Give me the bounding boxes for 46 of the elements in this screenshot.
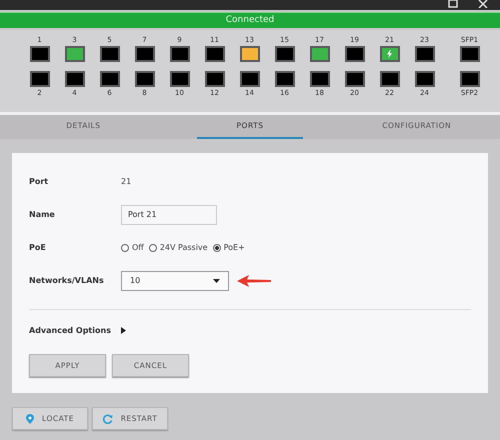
field-label: Port: [29, 177, 50, 186]
radio-label: PoE+: [224, 243, 245, 252]
radio-label: Off: [132, 243, 144, 252]
port-indicator[interactable]: [134, 71, 154, 87]
port-indicator[interactable]: [204, 46, 224, 62]
name-input-field[interactable]: Port 21: [121, 204, 217, 224]
expand-icon: [120, 326, 126, 334]
port-indicator[interactable]: [100, 46, 120, 62]
lightning-icon: [387, 50, 392, 58]
port-indicator[interactable]: [380, 46, 400, 62]
radio-label: 24V Passive: [160, 243, 208, 252]
port-indicator[interactable]: [460, 71, 480, 87]
radio-button[interactable]: [148, 244, 157, 252]
port-indicator[interactable]: [344, 46, 364, 62]
port-indicator[interactable]: [344, 71, 364, 87]
field-label: PoE: [29, 243, 47, 252]
port-value: 21: [121, 177, 132, 186]
port-indicator[interactable]: [204, 71, 224, 87]
field-label: Networks/VLANs: [29, 276, 105, 285]
port-indicator[interactable]: [380, 71, 400, 87]
port-indicator[interactable]: [64, 71, 84, 87]
port-indicator[interactable]: [100, 71, 120, 87]
maximize-icon[interactable]: [448, 0, 458, 8]
close-icon[interactable]: [478, 0, 488, 8]
port-indicator[interactable]: [30, 46, 50, 62]
connection-status-bar: Connected: [0, 12, 500, 28]
port-indicator[interactable]: [30, 71, 50, 87]
port-indicator[interactable]: [170, 71, 190, 87]
port-indicator[interactable]: [240, 71, 260, 87]
port-indicator[interactable]: [274, 46, 294, 62]
port-indicator[interactable]: [134, 46, 154, 62]
port-indicator[interactable]: [170, 46, 190, 62]
port-indicator[interactable]: [414, 71, 434, 87]
pointer-arrow: [237, 274, 271, 286]
radio-button[interactable]: [121, 244, 129, 252]
port-indicator[interactable]: [310, 71, 330, 87]
location-pin-icon: [26, 414, 34, 424]
caret-icon: [213, 278, 220, 282]
port-indicator[interactable]: [460, 46, 480, 62]
port-indicator[interactable]: [414, 46, 434, 62]
field-label: Name: [29, 210, 56, 219]
refresh-icon: [102, 414, 113, 424]
vlan-dropdown[interactable]: 10: [121, 270, 229, 290]
advanced-options-toggle[interactable]: Advanced Options: [29, 320, 471, 340]
port-indicator[interactable]: [274, 71, 294, 87]
radio-button[interactable]: [212, 244, 221, 252]
